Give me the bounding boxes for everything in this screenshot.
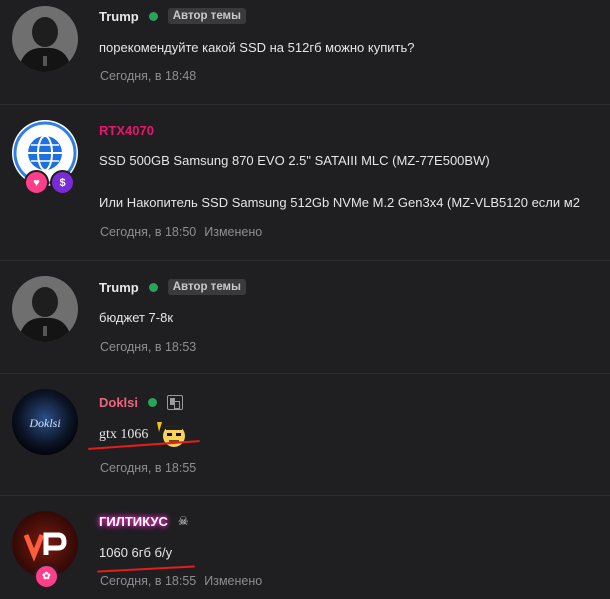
- heart-icon: ♥: [24, 170, 49, 195]
- post-timestamp[interactable]: Сегодня, в 18:55: [100, 574, 196, 588]
- dollar-icon: $: [50, 170, 75, 195]
- avatar-text: Doklsi: [28, 416, 60, 430]
- post-message: SSD 500GB Samsung 870 EVO 2.5" SATAIII M…: [99, 153, 490, 168]
- red-underline-mark: [97, 565, 195, 573]
- post-timestamp[interactable]: Сегодня, в 18:53: [100, 340, 196, 354]
- post-timestamp[interactable]: Сегодня, в 18:50: [100, 225, 196, 239]
- edited-label: Изменено: [204, 225, 263, 239]
- online-indicator: [148, 11, 158, 21]
- post-timestamp[interactable]: Сегодня, в 18:55: [100, 461, 196, 475]
- post: ♥ $ RTX4070 SSD 500GB Samsung 870 EVO 2.…: [0, 104, 610, 261]
- edited-label: Изменено: [204, 574, 263, 588]
- avatar[interactable]: [12, 6, 78, 72]
- post: Doklsi Doklsi gtx 1066 Сегодня, в 18:55: [0, 374, 610, 496]
- post-message: 1060 6гб б/у: [99, 545, 173, 560]
- avatar[interactable]: Doklsi: [12, 389, 78, 455]
- flower-icon: ✿: [34, 564, 59, 589]
- author-badge: Автор темы: [167, 8, 246, 24]
- post-message: порекомендуйте какой SSD на 512гб можно …: [99, 40, 415, 55]
- translate-icon[interactable]: [167, 394, 184, 410]
- skull-icon: ☠: [177, 514, 189, 528]
- online-indicator: [148, 397, 158, 407]
- post: Trump Автор темы бюджет 7-8к Сегодня, в …: [0, 261, 610, 374]
- username[interactable]: Doklsi: [99, 395, 138, 410]
- post-message-text: gtx 1066: [99, 427, 149, 442]
- author-badge: Автор темы: [167, 279, 246, 295]
- post-timestamp[interactable]: Сегодня, в 18:48: [100, 69, 196, 83]
- post-message: gtx 1066: [99, 426, 148, 443]
- avatar[interactable]: [12, 276, 78, 342]
- post-message-line-2: Или Накопитель SSD Samsung 512Gb NVMe M.…: [99, 195, 580, 210]
- post-message: бюджет 7-8к: [99, 310, 174, 325]
- trophy-icons: ♥ $: [24, 170, 75, 195]
- online-indicator: [148, 282, 158, 292]
- username[interactable]: ГИЛТИКУС: [99, 514, 168, 529]
- post: ✿ ГИЛТИКУС ☠ 1060 6гб б/у Сегодня, в 18:…: [0, 496, 610, 599]
- username[interactable]: Trump: [99, 280, 139, 295]
- post: Trump Автор темы порекомендуйте какой SS…: [0, 0, 610, 105]
- username[interactable]: Trump: [99, 9, 139, 24]
- username[interactable]: RTX4070: [99, 123, 154, 138]
